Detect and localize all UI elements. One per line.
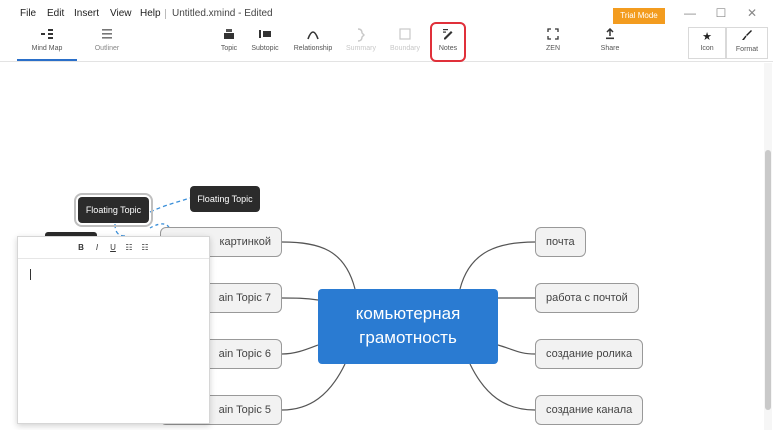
topic-right-2[interactable]: работа с почтой xyxy=(535,283,639,313)
floating-topic[interactable]: Floating Topic xyxy=(190,186,260,212)
floating-topic-selected[interactable]: Floating Topic xyxy=(74,193,153,227)
italic-button[interactable]: I xyxy=(90,243,104,252)
topic-right-4[interactable]: создание канала xyxy=(535,395,644,425)
central-topic[interactable]: комьютерная грамотность xyxy=(318,289,498,364)
bullet-list-icon[interactable]: ☷ xyxy=(122,243,136,252)
topic-right-3[interactable]: создание ролика xyxy=(535,339,644,369)
notes-panel[interactable]: B I U ☷ ☷ xyxy=(17,236,210,424)
numbered-list-icon[interactable]: ☷ xyxy=(138,243,152,252)
text-caret xyxy=(30,269,31,280)
bold-button[interactable]: B xyxy=(74,243,88,252)
vertical-scrollbar-thumb[interactable] xyxy=(765,150,771,410)
central-topic-line2: грамотность xyxy=(359,328,457,347)
topic-right-1[interactable]: почта xyxy=(535,227,586,257)
notes-toolbar: B I U ☷ ☷ xyxy=(18,237,209,259)
underline-button[interactable]: U xyxy=(106,243,120,252)
central-topic-line1: комьютерная xyxy=(355,304,461,323)
